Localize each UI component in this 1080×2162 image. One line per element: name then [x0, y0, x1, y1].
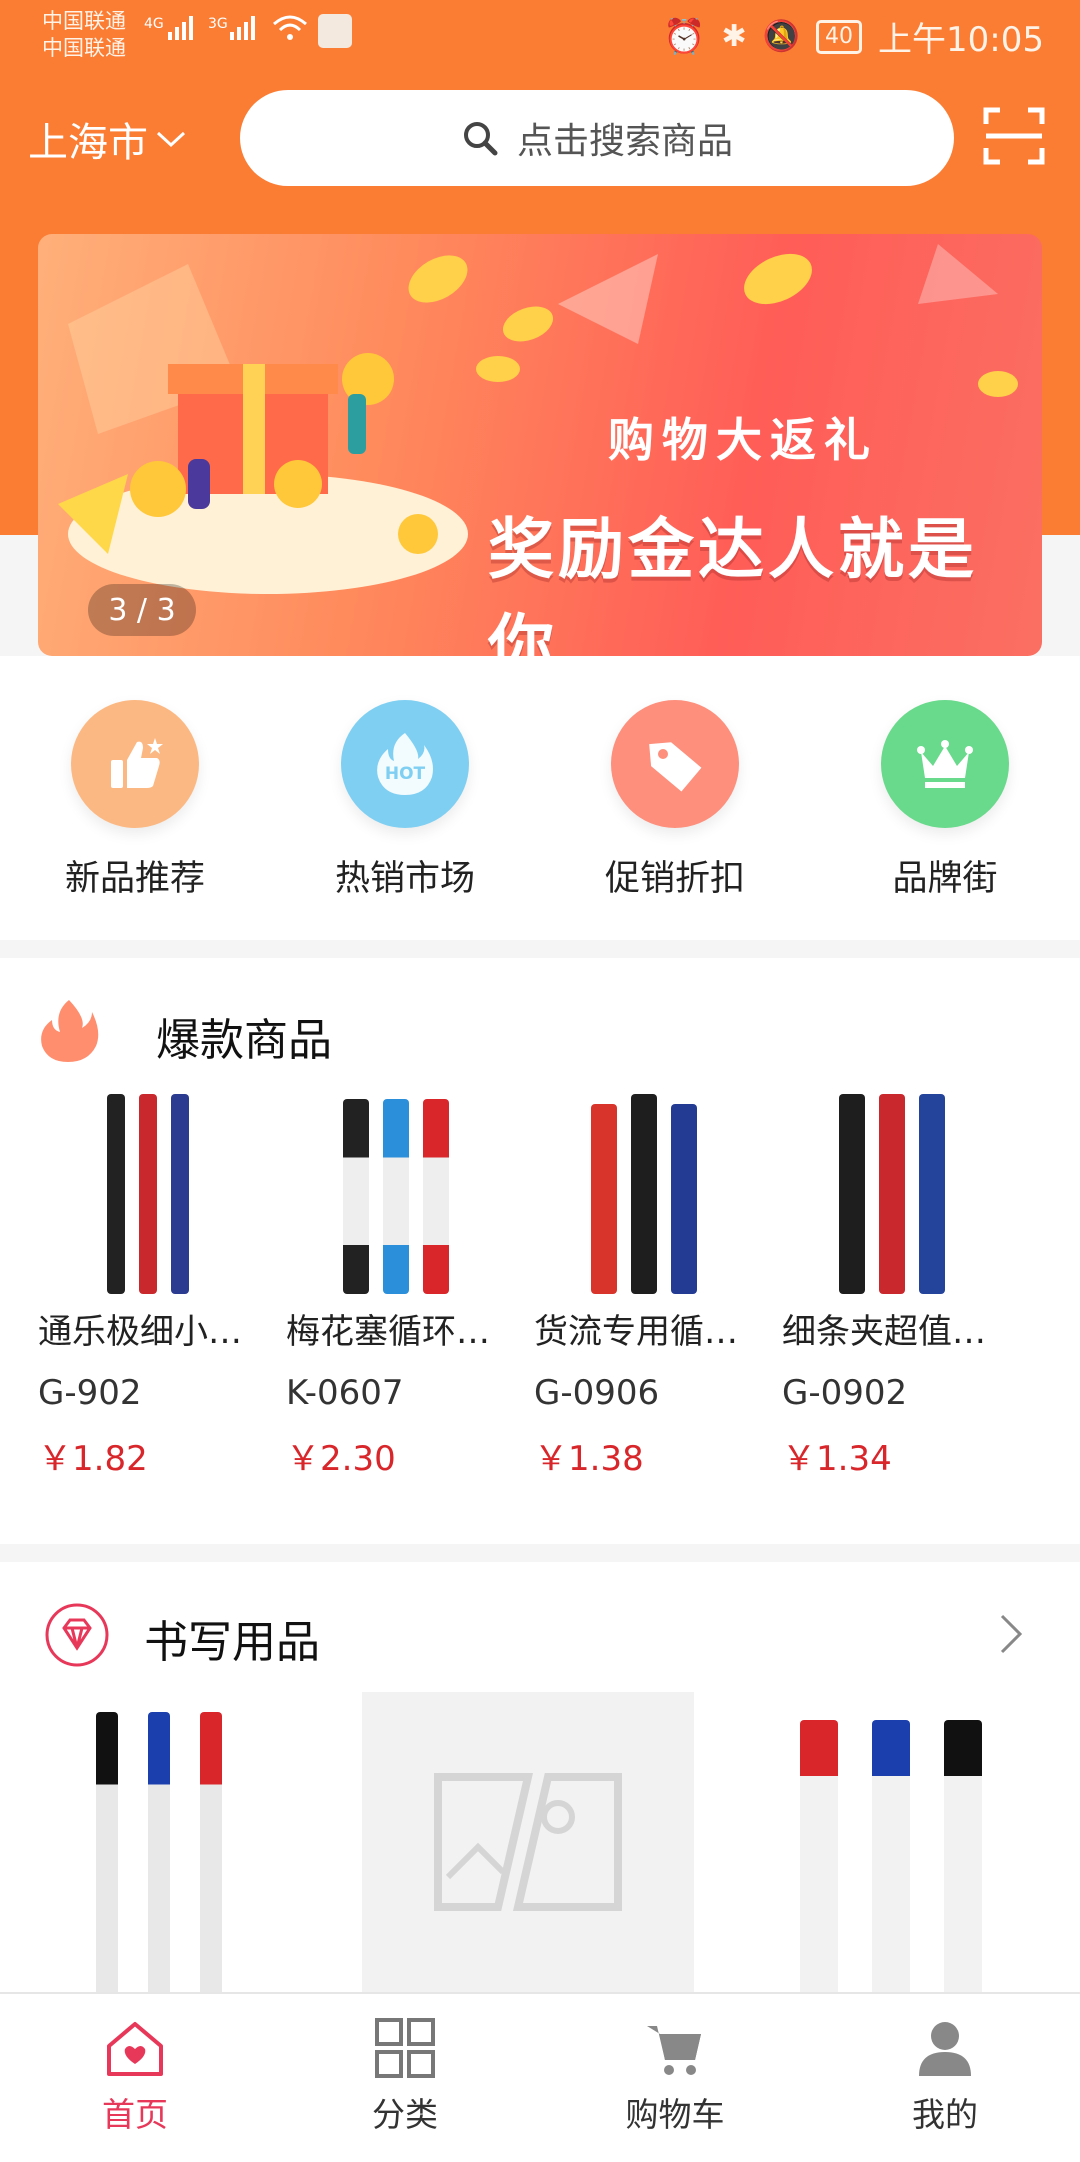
product-name: 通乐极细小…	[38, 1312, 242, 1352]
product-card[interactable]: 细条夹超值… G-0902 ￥1.34	[782, 1078, 1030, 1480]
category-label: 热销市场	[334, 859, 475, 899]
svg-text:HOT: HOT	[385, 764, 426, 784]
hot-flame-icon: HOT	[341, 700, 469, 828]
tab-cart[interactable]: 购物车	[540, 1994, 810, 2162]
carrier-1: 中国联通	[42, 9, 126, 33]
section-title: 书写用品	[144, 1617, 320, 1668]
banner-title: 奖励金达人就是你	[488, 511, 978, 656]
product-price: ￥1.82	[38, 1439, 148, 1479]
product-image	[38, 1078, 258, 1294]
category-shortcuts: 新品推荐 HOT 热销市场 促销折扣 品牌街	[0, 656, 1080, 940]
tab-home[interactable]: 首页	[0, 1994, 270, 2162]
category-discount[interactable]: 促销折扣	[540, 656, 810, 940]
grid-icon	[375, 2018, 435, 2078]
network-type-2: 3G	[208, 16, 228, 32]
clock: 上午10:05	[878, 20, 1044, 60]
writing-supplies-section: 书写用品	[0, 1562, 1080, 1992]
product-image[interactable]	[800, 1720, 982, 1992]
carrier-2: 中国联通	[42, 36, 126, 60]
signal-icon	[230, 16, 255, 40]
category-brands[interactable]: 品牌街	[810, 656, 1080, 940]
chevron-right-icon[interactable]	[996, 1612, 1026, 1656]
top-bar: 上海市 点击搜索商品	[0, 88, 1080, 188]
diamond-icon	[45, 1603, 109, 1667]
product-image	[534, 1078, 754, 1294]
flame-icon	[41, 1000, 99, 1062]
app-notification-icon	[318, 14, 352, 48]
promo-banner[interactable]: 购物大返礼 奖励金达人就是你 3 / 3	[38, 234, 1042, 656]
section-title: 爆款商品	[156, 1015, 332, 1066]
cart-icon	[647, 2026, 701, 2075]
tab-label: 首页	[102, 2095, 168, 2134]
product-price: ￥1.38	[534, 1439, 644, 1479]
product-image	[782, 1078, 1002, 1294]
search-placeholder: 点击搜索商品	[516, 121, 733, 162]
product-code: K-0607	[286, 1373, 404, 1413]
price-tag-icon	[611, 700, 739, 828]
scan-icon[interactable]	[982, 104, 1046, 168]
category-label: 新品推荐	[64, 859, 205, 899]
signal-icon	[168, 16, 193, 40]
home-icon	[107, 2022, 163, 2076]
product-card[interactable]: 通乐极细小… G-902 ￥1.82	[38, 1078, 286, 1480]
product-name: 货流专用循…	[534, 1312, 738, 1352]
product-image	[286, 1078, 506, 1294]
product-image[interactable]	[96, 1712, 222, 1992]
carrier-info: 中国联通 中国联通	[42, 8, 126, 62]
category-hot[interactable]: HOT 热销市场	[270, 656, 540, 940]
city-selector[interactable]: 上海市	[28, 110, 188, 168]
status-right: ⏰ ✱ 🔕 40 上午10:05	[663, 12, 1044, 61]
tab-category[interactable]: 分类	[270, 1994, 540, 2162]
image-placeholder[interactable]	[362, 1692, 694, 1992]
banner-subtitle: 购物大返礼	[608, 413, 878, 467]
battery-indicator: 40	[816, 19, 863, 54]
product-card[interactable]: 梅花塞循环… K-0607 ￥2.30	[286, 1078, 534, 1480]
bluetooth-icon: ✱	[721, 19, 747, 54]
product-code: G-0906	[534, 1373, 660, 1413]
category-label: 品牌街	[892, 859, 998, 899]
product-code: G-0902	[782, 1373, 908, 1413]
tab-label: 购物车	[625, 2095, 725, 2134]
search-bar[interactable]: 点击搜索商品	[240, 90, 954, 186]
category-label: 促销折扣	[604, 859, 745, 899]
tab-profile[interactable]: 我的	[810, 1994, 1080, 2162]
network-type-1: 4G	[144, 16, 164, 32]
image-placeholder-icon	[434, 1773, 622, 1911]
alarm-icon: ⏰	[663, 16, 706, 57]
product-card[interactable]: 货流专用循… G-0906 ￥1.38	[534, 1078, 782, 1480]
user-icon	[919, 2022, 971, 2076]
product-name: 梅花塞循环…	[286, 1312, 490, 1352]
chevron-down-icon	[156, 131, 186, 148]
hot-products-section: 爆款商品 通乐极细小… G-902 ￥1.82 梅花塞循环… K-0607 ￥2…	[0, 958, 1080, 1544]
city-label: 上海市	[28, 120, 148, 166]
banner-pager: 3 / 3	[88, 584, 196, 636]
wifi-icon	[273, 15, 307, 40]
category-new[interactable]: 新品推荐	[0, 656, 270, 940]
thumbs-up-icon	[71, 700, 199, 828]
bottom-nav: 首页 分类 购物车 我的	[0, 1992, 1080, 2162]
product-code: G-902	[38, 1373, 142, 1413]
search-icon	[463, 122, 498, 156]
product-price: ￥2.30	[286, 1439, 396, 1479]
status-bar: 中国联通 中国联通 4G 3G ⏰ ✱ 🔕 40 上午10:05	[0, 0, 1080, 72]
crown-icon	[881, 700, 1009, 828]
mute-icon: 🔕	[762, 19, 801, 54]
product-name: 细条夹超值…	[782, 1312, 986, 1352]
tab-label: 分类	[372, 2095, 438, 2134]
tab-label: 我的	[912, 2095, 978, 2134]
product-row: 通乐极细小… G-902 ￥1.82 梅花塞循环… K-0607 ￥2.30 货…	[0, 1078, 1080, 1480]
product-price: ￥1.34	[782, 1439, 892, 1479]
